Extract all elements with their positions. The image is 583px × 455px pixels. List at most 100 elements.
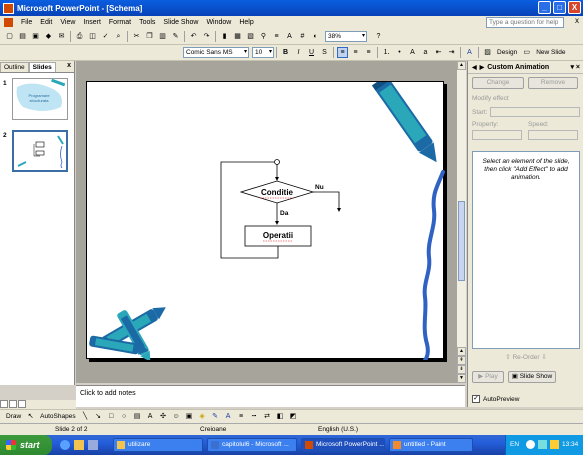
permission-icon[interactable]: ◆ (43, 31, 54, 42)
oval-icon[interactable]: ○ (119, 411, 130, 422)
close-window-button[interactable]: X (568, 1, 581, 14)
select-objects-icon[interactable]: ↖ (25, 411, 36, 422)
document-icon[interactable] (4, 18, 13, 27)
media-quicklaunch-icon[interactable] (88, 440, 98, 450)
bold-button[interactable]: B (280, 47, 291, 58)
new-slide-button[interactable]: New Slide (536, 49, 565, 56)
email-icon[interactable]: ✉ (56, 31, 67, 42)
slide-show-view-icon[interactable] (18, 400, 26, 408)
slide-vertical-scrollbar[interactable]: ▲ ▲ ⇞ ⇟ ▼ (457, 61, 466, 383)
spelling-icon[interactable]: ✓ (100, 31, 111, 42)
print-preview-icon[interactable]: ◫ (87, 31, 98, 42)
clock[interactable]: 13:34 (562, 441, 578, 448)
play-button[interactable]: ▶ Play (472, 371, 504, 383)
menu-tools[interactable]: Tools (135, 19, 159, 26)
chart-icon[interactable]: ▮ (219, 31, 230, 42)
draw-menu-button[interactable]: Draw (6, 413, 21, 420)
pane-close-button[interactable]: x (67, 62, 71, 69)
tab-outline[interactable]: Outline (0, 62, 29, 72)
checkbox-checked-icon[interactable]: ✓ (472, 395, 480, 403)
minimize-button[interactable]: _ (538, 1, 551, 14)
scroll-down-icon[interactable]: ▼ (457, 374, 466, 383)
color-grayscale-icon[interactable]: ◐ (310, 31, 321, 42)
text-box-icon[interactable]: ▤ (132, 411, 143, 422)
zoom-combo[interactable]: 38% (325, 31, 367, 42)
format-painter-icon[interactable]: ✎ (170, 31, 181, 42)
tab-slides[interactable]: Slides (28, 62, 56, 72)
font-size-combo[interactable]: 10 (252, 47, 274, 58)
3d-style-icon[interactable]: ◩ (288, 411, 299, 422)
new-slide-icon[interactable]: ▭ (521, 47, 532, 58)
tables-borders-icon[interactable]: ▧ (245, 31, 256, 42)
maximize-button[interactable]: □ (553, 1, 566, 14)
taskbar-item-paint[interactable]: untitled - Paint (389, 438, 473, 452)
arrow-icon[interactable]: ↘ (93, 411, 104, 422)
folder-quicklaunch-icon[interactable] (74, 440, 84, 450)
research-icon[interactable]: ⌕ (113, 31, 124, 42)
line-icon[interactable]: ╲ (80, 411, 91, 422)
design-icon[interactable]: ▨ (482, 47, 493, 58)
save-icon[interactable]: ▣ (30, 31, 41, 42)
italic-button[interactable]: I (293, 47, 304, 58)
back-icon[interactable]: ◀ (472, 64, 477, 71)
help-icon[interactable]: ? (373, 31, 384, 42)
autoshapes-menu-button[interactable]: AutoShapes (40, 413, 75, 420)
security-icon[interactable] (550, 440, 559, 449)
increase-font-icon[interactable]: A (407, 47, 418, 58)
bullets-icon[interactable]: • (394, 47, 405, 58)
wordart-icon[interactable]: A (145, 411, 156, 422)
animation-list[interactable]: Select an element of the slide, then cli… (472, 151, 580, 349)
rectangle-icon[interactable]: □ (106, 411, 117, 422)
speed-select[interactable] (528, 130, 578, 140)
next-slide-icon[interactable]: ⇟ (457, 365, 466, 374)
new-icon[interactable]: ▢ (4, 31, 15, 42)
taskbar-item-word[interactable]: capitolul6 - Microsoft ... (207, 438, 297, 452)
menu-file[interactable]: File (17, 19, 36, 26)
powerpoint-app-icon[interactable] (3, 2, 14, 14)
grid-icon[interactable]: # (297, 31, 308, 42)
help-question-input[interactable]: Type a question for help (486, 17, 564, 28)
autopreview-checkbox[interactable]: ✓ AutoPreview (472, 395, 520, 403)
task-pane-close-icon[interactable]: ▾ × (570, 63, 580, 71)
change-button[interactable]: Change (472, 77, 524, 89)
network-icon[interactable] (526, 440, 535, 449)
font-name-combo[interactable]: Comic Sans MS (183, 47, 249, 58)
align-left-icon[interactable]: ≡ (337, 47, 348, 58)
print-icon[interactable]: ⎙ (74, 31, 85, 42)
undo-icon[interactable]: ↶ (188, 31, 199, 42)
reorder-up-icon[interactable]: ⇧ (505, 354, 510, 361)
copy-icon[interactable]: ❐ (144, 31, 155, 42)
menu-help[interactable]: Help (235, 19, 257, 26)
reorder-down-icon[interactable]: ⇩ (541, 354, 546, 361)
diagram-icon[interactable]: ✣ (158, 411, 169, 422)
taskbar-item-utilizare[interactable]: utilizare (113, 438, 203, 452)
slide-show-button[interactable]: ▣ Slide Show (508, 371, 556, 383)
menu-view[interactable]: View (56, 19, 79, 26)
slide-thumbnail-row-2[interactable]: 2 (0, 128, 74, 176)
arrow-style-icon[interactable]: ⇄ (262, 411, 273, 422)
menu-window[interactable]: Window (202, 19, 235, 26)
reorder-control[interactable]: ⇧ Re-Order ⇩ (496, 353, 556, 365)
close-document-button[interactable]: x (575, 16, 579, 25)
slide-thumbnail-1[interactable]: Programare structurata (12, 78, 68, 120)
scroll-thumb[interactable] (458, 201, 465, 281)
numbering-icon[interactable]: ⒈ (381, 47, 392, 58)
redo-icon[interactable]: ↷ (201, 31, 212, 42)
forward-icon[interactable]: ▶ (480, 64, 485, 71)
language-indicator[interactable]: EN (510, 441, 519, 448)
slide-thumbnail-row-1[interactable]: 1 Programare structurata (0, 76, 74, 124)
dash-style-icon[interactable]: ┅ (249, 411, 260, 422)
shadow-button[interactable]: S (319, 47, 330, 58)
underline-button[interactable]: U (306, 47, 317, 58)
expand-all-icon[interactable]: ≡ (271, 31, 282, 42)
cut-icon[interactable]: ✂ (131, 31, 142, 42)
fill-color-icon[interactable]: ◈ (197, 411, 208, 422)
align-center-icon[interactable]: ≡ (350, 47, 361, 58)
remove-button[interactable]: Remove (528, 77, 578, 89)
taskbar-item-powerpoint[interactable]: Microsoft PowerPoint ... (301, 438, 385, 452)
hyperlink-icon[interactable]: ⚲ (258, 31, 269, 42)
slide-sorter-icon[interactable] (9, 400, 17, 408)
volume-icon[interactable] (538, 440, 547, 449)
open-icon[interactable]: ▤ (17, 31, 28, 42)
notes-pane[interactable]: Click to add notes (76, 385, 465, 407)
